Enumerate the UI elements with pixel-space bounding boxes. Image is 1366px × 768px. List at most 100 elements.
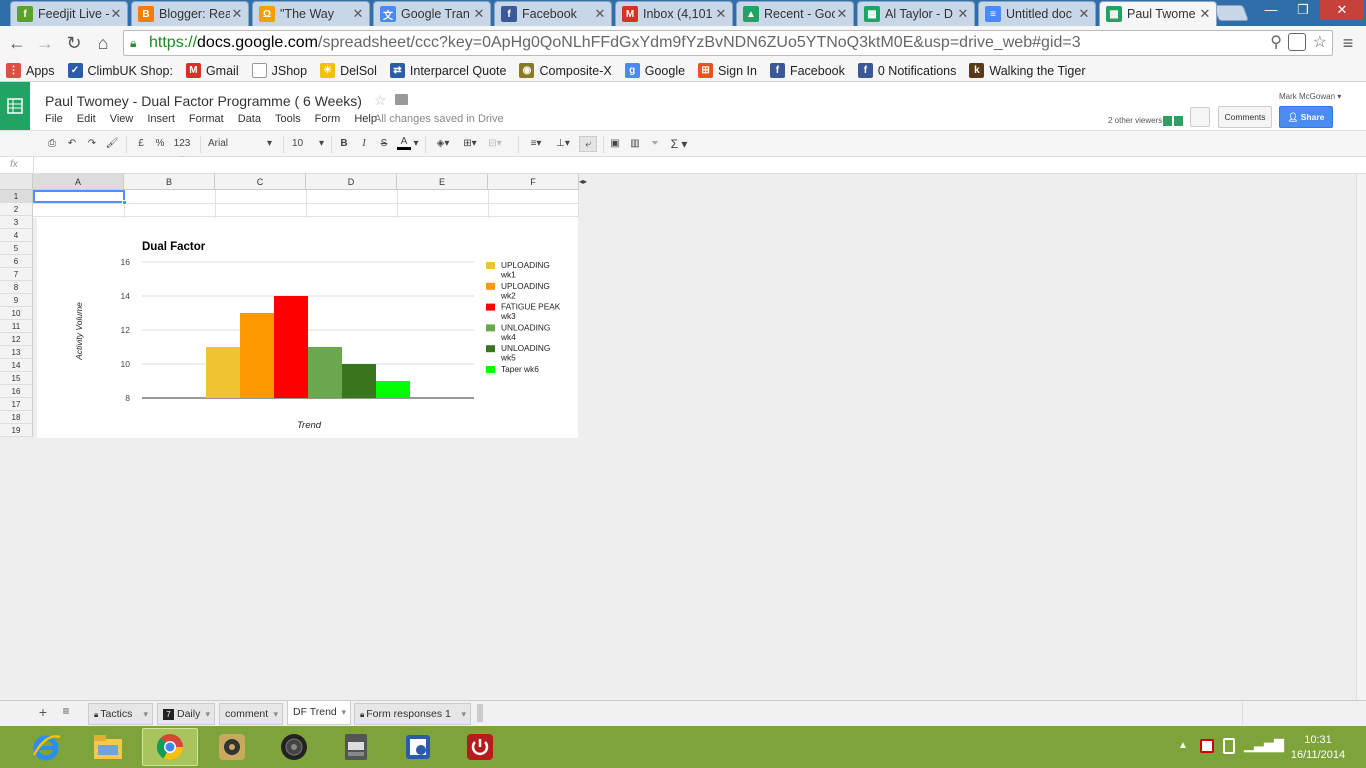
row-header[interactable]: 16 [0, 385, 33, 398]
maximize-button[interactable]: ❐ [1288, 0, 1318, 20]
close-window-button[interactable]: ✕ [1320, 0, 1364, 20]
home-icon[interactable]: ⌂ [91, 32, 115, 54]
close-tab-icon[interactable]: ✕ [714, 6, 728, 22]
close-tab-icon[interactable]: ✕ [351, 6, 365, 22]
folder-icon[interactable] [395, 94, 408, 105]
row-header[interactable]: 14 [0, 359, 33, 372]
sheet-tab[interactable]: DF Trend ▾ [287, 701, 351, 725]
browser-tab[interactable]: B Blogger: Rea ✕ [131, 1, 249, 26]
browser-tab[interactable]: M Inbox (4,101 ✕ [615, 1, 733, 26]
back-arrow-icon[interactable]: ← [5, 32, 29, 54]
bookmark-item[interactable]: M Gmail [185, 63, 239, 78]
star-icon[interactable]: ☆ [374, 92, 387, 109]
formula-input[interactable] [38, 158, 1348, 173]
filter-icon[interactable]: ⏷ [648, 136, 662, 152]
share-button[interactable]: 👤︎ Share [1279, 106, 1333, 128]
font-dropdown[interactable]: Arial ▾ [208, 136, 274, 152]
paint-format-icon[interactable]: 🖌︎ [105, 136, 119, 152]
browser-tab[interactable]: Ω "The Way ✕ [252, 1, 370, 26]
column-header[interactable]: A [33, 174, 124, 190]
row-header[interactable]: 11 [0, 320, 33, 333]
browser-tab[interactable]: ▲ Recent - Goo ✕ [736, 1, 854, 26]
chevron-down-icon[interactable]: ▾ [205, 704, 210, 724]
text-color-button[interactable]: A [397, 136, 411, 150]
file-explorer-icon[interactable] [80, 728, 136, 766]
comments-button[interactable]: Comments [1218, 106, 1272, 128]
chat-icon[interactable] [1190, 107, 1210, 127]
chart-bar[interactable] [342, 364, 376, 398]
address-bar[interactable]: 🔒︎ https://docs.google.com/spreadsheet/c… [123, 30, 1333, 56]
selected-cell[interactable] [33, 190, 127, 205]
row-header[interactable]: 10 [0, 307, 33, 320]
browser-tab[interactable]: 文 Google Tran ✕ [373, 1, 491, 26]
user-name[interactable]: Mark McGowan ▾ [1279, 92, 1341, 101]
menu-form[interactable]: Form [315, 113, 341, 125]
browser-tab[interactable]: ▦ Al Taylor - D ✕ [857, 1, 975, 26]
sheet-tab[interactable]: 7 Daily ▾ [157, 703, 215, 725]
close-tab-icon[interactable]: ✕ [835, 6, 849, 22]
speaker-app-icon[interactable] [266, 728, 322, 766]
chevron-down-icon[interactable]: ▾ [273, 704, 278, 724]
undo-icon[interactable]: ↶ [65, 136, 79, 152]
embedded-chart[interactable]: Dual Factor Activity Volume Trend 8 10 12 1… [37, 218, 578, 438]
chevron-down-icon[interactable]: ▾ [341, 701, 346, 724]
menu-icon[interactable]: ≡ [1336, 32, 1360, 54]
power-icon[interactable] [452, 728, 508, 766]
row-header[interactable]: 6 [0, 255, 33, 268]
viewer-avatar[interactable] [1163, 116, 1172, 126]
chart-bar[interactable] [308, 347, 342, 398]
internet-explorer-icon[interactable] [18, 728, 74, 766]
chevron-down-icon[interactable]: ▾ [461, 704, 466, 724]
chart-bar[interactable] [240, 313, 274, 398]
scroll-columns-icon[interactable]: ◂▸ [579, 174, 587, 190]
merge-cells-icon[interactable]: ⊟▾ [485, 136, 505, 152]
fill-color-icon[interactable]: ◈▾ [432, 136, 454, 152]
close-tab-icon[interactable]: ✕ [230, 6, 244, 22]
reload-icon[interactable]: ↻ [62, 32, 86, 54]
strikethrough-button[interactable]: S [378, 136, 390, 152]
row-header[interactable]: 13 [0, 346, 33, 359]
close-tab-icon[interactable]: ✕ [109, 6, 123, 22]
menu-format[interactable]: Format [189, 113, 224, 125]
vertical-scrollbar[interactable] [1356, 174, 1366, 700]
close-tab-icon[interactable]: ✕ [956, 6, 970, 22]
browser-tab[interactable]: ≡ Untitled doc ✕ [978, 1, 1096, 26]
close-tab-icon[interactable]: ✕ [593, 6, 607, 22]
grid-corner[interactable] [0, 174, 33, 190]
bookmark-item[interactable]: ⋮ Apps [6, 63, 55, 78]
chart-bar[interactable] [376, 381, 410, 398]
wrap-text-icon[interactable]: ⤶ [579, 136, 597, 152]
column-header[interactable]: D [306, 174, 397, 190]
battery-icon[interactable] [1223, 738, 1235, 754]
row-header[interactable]: 17 [0, 398, 33, 411]
settings-app-icon[interactable] [390, 728, 446, 766]
insert-chart-icon[interactable]: ▥ [628, 136, 642, 152]
bookmark-item[interactable]: f Facebook [769, 63, 845, 78]
chart-bar[interactable] [206, 347, 240, 398]
row-header[interactable]: 2 [0, 203, 33, 216]
sheet-tab[interactable]: 🔒︎ Tactics ▾ [88, 703, 153, 725]
media-app-icon[interactable] [204, 728, 260, 766]
row-header[interactable]: 7 [0, 268, 33, 281]
close-tab-icon[interactable]: ✕ [472, 6, 486, 22]
chevron-down-icon[interactable]: ▾ [143, 704, 148, 724]
browser-tab[interactable]: f Facebook ✕ [494, 1, 612, 26]
print-icon[interactable]: ⎙ [45, 136, 59, 152]
bookmark-star-icon[interactable]: ☆ [1313, 31, 1327, 55]
chevron-down-icon[interactable]: ▾ [412, 136, 420, 152]
close-tab-icon[interactable]: ✕ [1077, 6, 1091, 22]
minimize-button[interactable]: — [1256, 0, 1286, 20]
row-header[interactable]: 15 [0, 372, 33, 385]
sheet-tab[interactable]: 🔒︎ Form responses 1 ▾ [354, 703, 471, 725]
row-header[interactable]: 19 [0, 424, 33, 437]
functions-button[interactable]: Σ ▾ [668, 136, 690, 152]
percent-format-button[interactable]: % [153, 136, 167, 152]
doc-title[interactable]: Paul Twomey - Dual Factor Programme ( 6 … [45, 93, 362, 109]
bookmark-item[interactable]: ⇄ Interparcel Quote [389, 63, 506, 78]
menu-insert[interactable]: Insert [147, 113, 175, 125]
chrome-icon[interactable] [142, 728, 198, 766]
redo-icon[interactable]: ↷ [85, 136, 99, 152]
bookmark-item[interactable]: g Google [624, 63, 685, 78]
browser-tab[interactable]: ▦ Paul Twome ✕ [1099, 1, 1217, 26]
row-header[interactable]: 3 [0, 216, 33, 229]
